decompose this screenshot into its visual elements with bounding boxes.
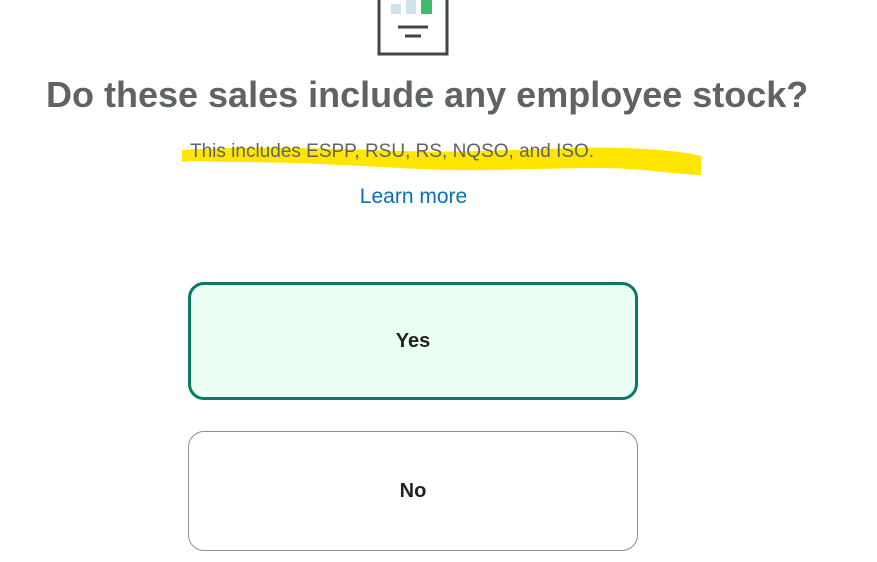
yes-label: Yes	[395, 329, 431, 352]
document-chart-icon	[377, 0, 449, 56]
subtitle-highlighted: This includes ESPP, RSU, RS, NQSO, and I…	[180, 138, 705, 178]
page: Do these sales include any employee stoc…	[0, 0, 877, 562]
page-title: Do these sales include any employee stoc…	[46, 74, 809, 115]
no-label: No	[399, 479, 427, 502]
yes-button[interactable]: Yes	[188, 282, 638, 400]
learn-more-link[interactable]: Learn more	[0, 185, 827, 209]
subtitle-text: This includes ESPP, RSU, RS, NQSO, and I…	[190, 141, 595, 162]
no-button[interactable]: No	[188, 431, 638, 551]
